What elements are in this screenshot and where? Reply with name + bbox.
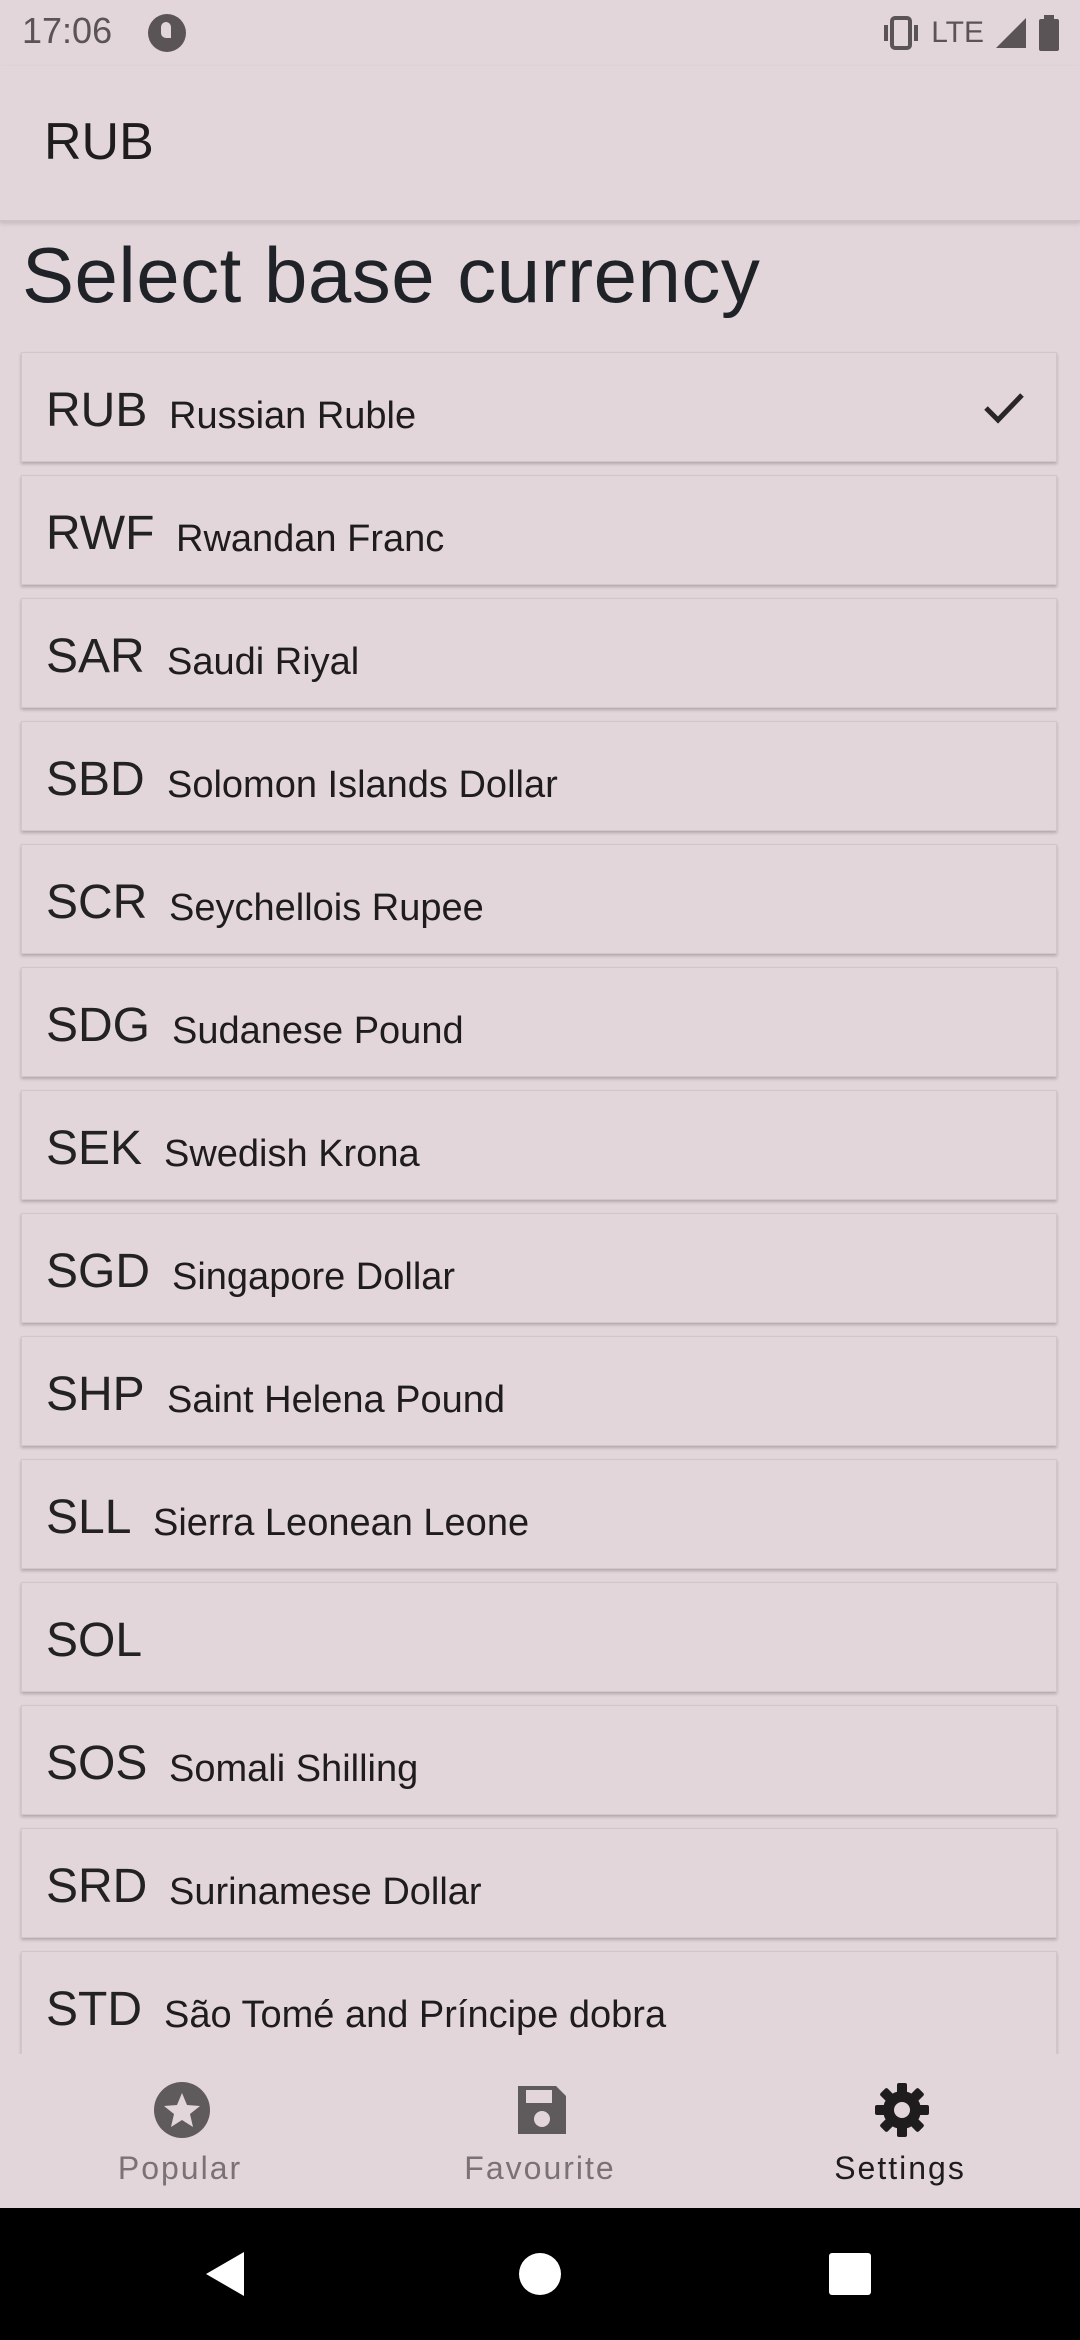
save-icon (518, 2086, 566, 2134)
app-bar-title: RUB (44, 113, 154, 171)
currency-name: Russian Ruble (169, 395, 417, 437)
notification-app-icon (148, 14, 186, 52)
status-time: 17:06 (22, 10, 113, 51)
nav-label-popular: Popular (117, 2150, 243, 2186)
currency-code: SOS (46, 1737, 148, 1790)
currency-code: SLL (46, 1491, 132, 1544)
currency-name: Saudi Riyal (167, 641, 360, 683)
currency-row-sdg[interactable]: SDG Sudanese Pound (21, 967, 1057, 1077)
check-icon (984, 393, 1024, 424)
nav-favourite[interactable]: Favourite (360, 2054, 720, 2208)
system-navigation-bar (0, 2208, 1080, 2340)
currency-code: SHP (46, 1368, 145, 1421)
nav-settings[interactable]: Settings (720, 2054, 1080, 2208)
status-icons: LTE (881, 12, 1060, 54)
currency-code: STD (46, 1983, 142, 2036)
currency-code: SEK (46, 1122, 143, 1175)
currency-name: Saint Helena Pound (167, 1379, 506, 1421)
status-bar: 17:06 LTE (0, 0, 1080, 66)
currency-row-rub[interactable]: RUB Russian Ruble (21, 352, 1057, 462)
currency-row-sar[interactable]: SAR Saudi Riyal (21, 598, 1057, 708)
currency-code: SGD (46, 1245, 151, 1298)
currency-name: Rwandan Franc (176, 518, 445, 560)
signal-icon (996, 18, 1026, 48)
currency-name: Singapore Dollar (172, 1256, 456, 1298)
currency-row-rwf[interactable]: RWF Rwandan Franc (21, 475, 1057, 585)
currency-name: Surinamese Dollar (169, 1871, 482, 1913)
currency-name: São Tomé and Príncipe dobra (164, 1994, 667, 2036)
nav-label-settings: Settings (834, 2150, 966, 2186)
currency-row-sos[interactable]: SOS Somali Shilling (21, 1705, 1057, 1815)
currency-row-sbd[interactable]: SBD Solomon Islands Dollar (21, 721, 1057, 831)
currency-name: Sierra Leonean Leone (153, 1502, 530, 1544)
currency-code: SCR (46, 876, 148, 929)
network-type: LTE (931, 16, 984, 49)
currency-row-shp[interactable]: SHP Saint Helena Pound (21, 1336, 1057, 1446)
home-icon[interactable] (510, 2244, 570, 2304)
currency-row-sek[interactable]: SEK Swedish Krona (21, 1090, 1057, 1200)
currency-name: Somali Shilling (169, 1748, 419, 1790)
gear-icon (875, 2083, 929, 2137)
currency-list[interactable]: RUB Russian Ruble RWF Rwandan Franc SAR Saudi… (0, 350, 1080, 2054)
vibrate-icon (884, 16, 919, 50)
battery-icon (1039, 15, 1059, 51)
currency-row-scr[interactable]: SCR Seychellois Rupee (21, 844, 1057, 954)
currency-name: Solomon Islands Dollar (167, 764, 558, 806)
currency-row-sol[interactable]: SOL (21, 1582, 1057, 1692)
currency-code: SRD (46, 1860, 148, 1913)
nav-popular[interactable]: Popular (0, 2054, 360, 2208)
currency-row-sgd[interactable]: SGD Singapore Dollar (21, 1213, 1057, 1323)
back-icon[interactable] (198, 2244, 258, 2304)
star-icon (154, 2082, 210, 2138)
currency-name: Swedish Krona (164, 1133, 420, 1175)
page-heading: Select base currency (22, 231, 761, 319)
currency-code: RWF (46, 507, 155, 560)
currency-row-std[interactable]: STD São Tomé and Príncipe dobra (21, 1951, 1057, 2054)
currency-code: SBD (46, 753, 145, 806)
currency-code: SOL (46, 1614, 143, 1667)
currency-row-sll[interactable]: SLL Sierra Leonean Leone (21, 1459, 1057, 1569)
recents-icon[interactable] (820, 2244, 880, 2304)
currency-code: RUB (46, 384, 148, 437)
currency-name: Seychellois Rupee (169, 887, 484, 929)
currency-row-srd[interactable]: SRD Surinamese Dollar (21, 1828, 1057, 1938)
currency-name: Sudanese Pound (172, 1010, 464, 1052)
bottom-navigation: Popular Favourite Settings (0, 2054, 1080, 2208)
currency-code: SAR (46, 630, 145, 683)
app-bar: RUB (0, 66, 1080, 222)
currency-code: SDG (46, 999, 151, 1052)
nav-label-favourite: Favourite (464, 2150, 616, 2186)
